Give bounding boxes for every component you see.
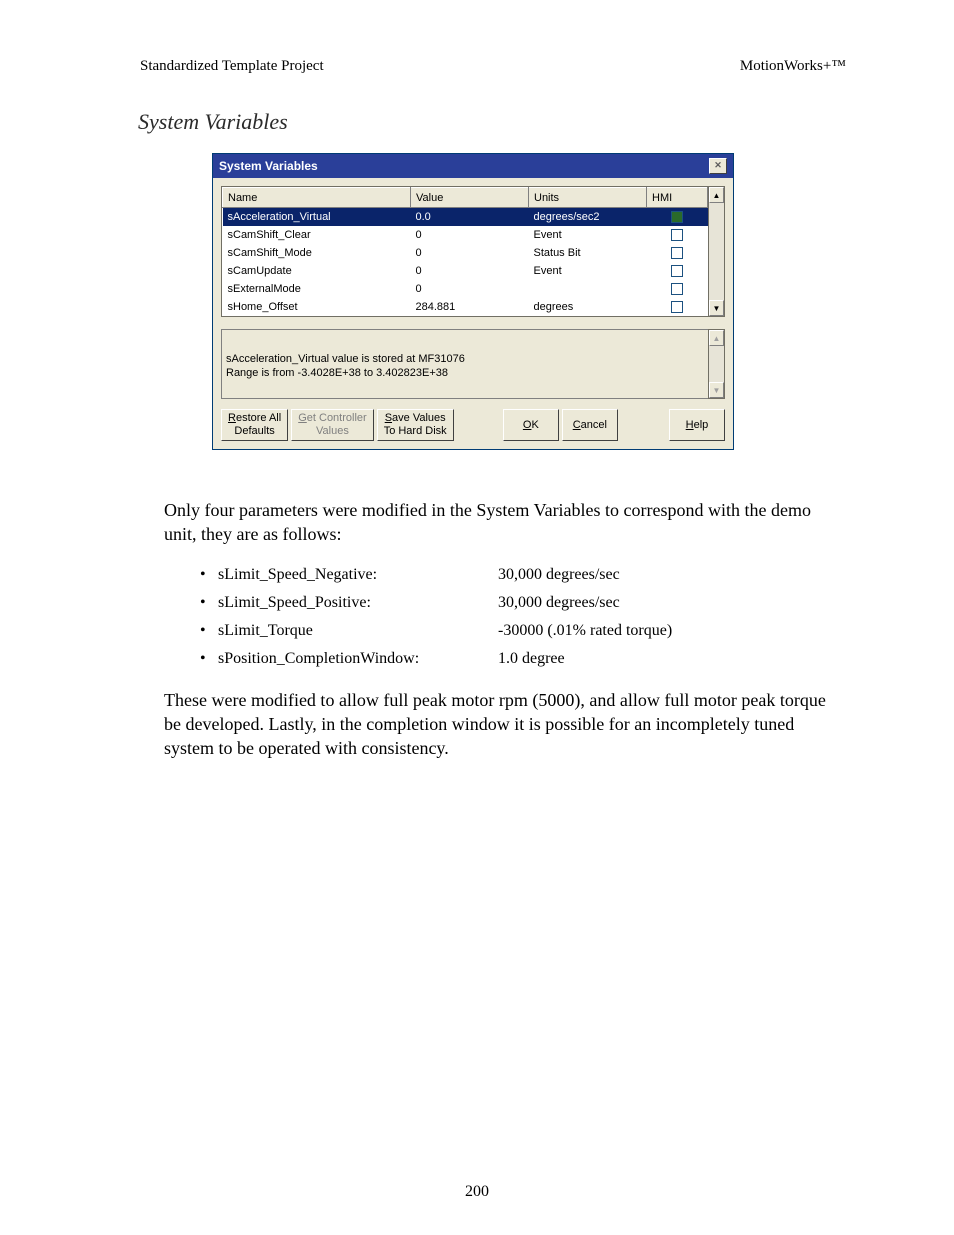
cell-value[interactable]: 0.0 [411,208,529,227]
list-item: •sLimit_Torque-30000 (.01% rated torque) [200,622,846,640]
system-variables-dialog: System Variables ✕ Name Value [212,153,734,450]
header-left: Standardized Template Project [140,58,324,75]
cell-value[interactable]: 0 [411,280,529,298]
cell-hmi[interactable] [647,298,708,316]
restore-defaults-button[interactable]: Restore AllDefaults [221,409,288,441]
info-panel: sAcceleration_Virtual value is stored at… [221,329,708,399]
scroll-down-icon[interactable]: ▼ [709,300,724,316]
variables-grid[interactable]: Name Value Units HMI sAcceleration_Virtu… [221,186,708,317]
scroll-up-icon[interactable]: ▲ [709,187,724,203]
cell-value[interactable]: 0 [411,226,529,244]
dialog-titlebar[interactable]: System Variables ✕ [213,154,733,178]
cell-units[interactable] [529,280,647,298]
cell-hmi[interactable] [647,280,708,298]
param-value: -30000 (.01% rated torque) [498,622,846,640]
cell-name[interactable]: sCamUpdate [223,262,411,280]
cell-value[interactable]: 284.881 [411,298,529,316]
hmi-checkbox[interactable] [671,283,683,295]
page-header: Standardized Template Project MotionWork… [140,58,846,75]
header-right: MotionWorks+™ [740,58,846,75]
table-row[interactable]: sExternalMode0 [223,280,708,298]
scroll-down-icon[interactable]: ▼ [709,382,724,398]
param-name: sPosition_CompletionWindow: [218,650,498,668]
bullet-icon: • [200,594,218,612]
ok-button[interactable]: OK [503,409,559,441]
cell-name[interactable]: sHome_Offset [223,298,411,316]
col-header-name[interactable]: Name [223,188,411,208]
table-row[interactable]: sCamShift_Clear0Event [223,226,708,244]
col-header-units[interactable]: Units [529,188,647,208]
param-name: sLimit_Speed_Positive: [218,594,498,612]
paragraph-1: Only four parameters were modified in th… [164,498,846,546]
col-header-value[interactable]: Value [411,188,529,208]
save-values-button[interactable]: Save ValuesTo Hard Disk [377,409,454,441]
info-line-1: sAcceleration_Virtual value is stored at… [226,352,704,366]
cell-hmi[interactable] [647,208,708,227]
list-item: •sPosition_CompletionWindow:1.0 degree [200,650,846,668]
cell-name[interactable]: sCamShift_Mode [223,244,411,262]
table-row[interactable]: sHome_Offset284.881degrees [223,298,708,316]
list-item: •sLimit_Speed_Negative:30,000 degrees/se… [200,566,846,584]
bullet-icon: • [200,566,218,584]
bullet-icon: • [200,650,218,668]
hmi-checkbox[interactable] [671,211,683,223]
table-row[interactable]: sCamUpdate0Event [223,262,708,280]
col-header-hmi[interactable]: HMI [647,188,708,208]
scroll-up-icon[interactable]: ▲ [709,330,724,346]
list-item: •sLimit_Speed_Positive:30,000 degrees/se… [200,594,846,612]
table-row[interactable]: sAcceleration_Virtual0.0degrees/sec2 [223,208,708,227]
cell-hmi[interactable] [647,244,708,262]
hmi-checkbox[interactable] [671,229,683,241]
paragraph-2: These were modified to allow full peak m… [164,688,846,760]
hmi-checkbox[interactable] [671,247,683,259]
info-line-2: Range is from -3.4028E+38 to 3.402823E+3… [226,366,704,380]
cell-value[interactable]: 0 [411,244,529,262]
cell-hmi[interactable] [647,226,708,244]
cell-name[interactable]: sAcceleration_Virtual [223,208,411,227]
cell-name[interactable]: sExternalMode [223,280,411,298]
info-scrollbar[interactable]: ▲ ▼ [708,329,725,399]
help-button[interactable]: Help [669,409,725,441]
param-value: 1.0 degree [498,650,846,668]
bullet-icon: • [200,622,218,640]
cancel-button[interactable]: Cancel [562,409,618,441]
get-controller-values-button: Get ControllerValues [291,409,373,441]
dialog-title-text: System Variables [219,159,318,173]
cell-units[interactable]: degrees/sec2 [529,208,647,227]
param-value: 30,000 degrees/sec [498,594,846,612]
param-name: sLimit_Torque [218,622,498,640]
cell-units[interactable]: Status Bit [529,244,647,262]
cell-value[interactable]: 0 [411,262,529,280]
param-name: sLimit_Speed_Negative: [218,566,498,584]
cell-units[interactable]: Event [529,262,647,280]
hmi-checkbox[interactable] [671,265,683,277]
cell-name[interactable]: sCamShift_Clear [223,226,411,244]
cell-hmi[interactable] [647,262,708,280]
cell-units[interactable]: Event [529,226,647,244]
param-value: 30,000 degrees/sec [498,566,846,584]
hmi-checkbox[interactable] [671,301,683,313]
cell-units[interactable]: degrees [529,298,647,316]
table-row[interactable]: sCamShift_Mode0Status Bit [223,244,708,262]
section-title: System Variables [138,109,846,135]
grid-scrollbar[interactable]: ▲ ▼ [708,186,725,317]
close-icon[interactable]: ✕ [709,158,727,174]
parameter-list: •sLimit_Speed_Negative:30,000 degrees/se… [200,566,846,668]
page-number: 200 [0,1183,954,1201]
